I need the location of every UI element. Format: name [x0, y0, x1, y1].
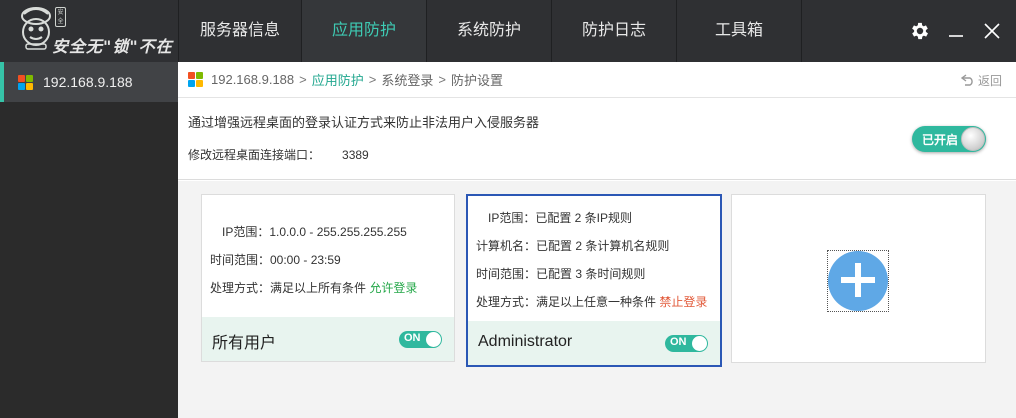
- settings-button[interactable]: [902, 13, 938, 49]
- rules-area: IP范围：1.0.0.0 - 255.255.255.255 时间范围：00:0…: [178, 181, 1016, 418]
- plus-icon: [855, 263, 861, 297]
- rule-action-prefix: 处理方式：满足以上任意一种条件: [476, 295, 657, 309]
- title-bar: 安全 安全无"锁"不在 服务器信息 应用防护 系统防护 防护日志 工具箱: [0, 0, 1016, 62]
- protection-info: 通过增强远程桌面的登录认证方式来防止非法用户入侵服务器 修改远程桌面连接端口： 3…: [178, 98, 1016, 180]
- rule-toggle-label: ON: [670, 336, 687, 348]
- tab-system-protection[interactable]: 系统防护: [427, 0, 552, 62]
- back-arrow-icon: [960, 74, 973, 86]
- main-nav: 服务器信息 应用防护 系统防护 防护日志 工具箱: [178, 0, 802, 62]
- minimize-icon: [949, 35, 963, 37]
- breadcrumb-server[interactable]: 192.168.9.188: [211, 72, 294, 87]
- rule-time-range: 时间范围：00:00 - 23:59: [210, 253, 341, 267]
- protection-enabled-toggle[interactable]: 已开启: [912, 126, 986, 152]
- gear-icon: [912, 22, 928, 40]
- rule-card-footer: 所有用户 ON: [202, 317, 454, 361]
- close-button[interactable]: [974, 13, 1010, 49]
- close-icon: [984, 23, 1000, 39]
- toggle-knob: [426, 332, 441, 347]
- toggle-knob: [961, 127, 985, 151]
- mascot-icon: [21, 7, 51, 50]
- add-rule-card[interactable]: [731, 194, 986, 363]
- rule-action-deny: 禁止登录: [659, 295, 708, 309]
- rule-computer-name: 计算机名：已配置 2 条计算机名规则: [476, 239, 670, 253]
- windows-icon: [188, 72, 203, 87]
- back-button[interactable]: 返回: [960, 62, 1002, 98]
- minimize-button[interactable]: [938, 13, 974, 49]
- tab-server-info[interactable]: 服务器信息: [178, 0, 302, 62]
- tab-app-protection[interactable]: 应用防护: [302, 0, 427, 62]
- rule-action: 处理方式：满足以上任意一种条件 禁止登录: [476, 293, 707, 310]
- rule-action: 处理方式：满足以上所有条件 允许登录: [210, 279, 417, 296]
- rule-card-footer: Administrator ON: [468, 321, 720, 365]
- tab-toolbox[interactable]: 工具箱: [677, 0, 802, 62]
- rule-toggle[interactable]: ON: [399, 331, 442, 348]
- main-panel: 192.168.9.188 > 应用防护 > 系统登录 > 防护设置 返回 通过…: [178, 62, 1016, 418]
- rule-ip-range: IP范围：1.0.0.0 - 255.255.255.255: [222, 225, 407, 239]
- rule-user-name: Administrator: [478, 333, 573, 350]
- port-value[interactable]: 3389: [342, 148, 369, 162]
- breadcrumb-separator: >: [438, 72, 446, 87]
- windows-icon: [18, 74, 33, 90]
- port-label: 修改远程桌面连接端口：: [188, 148, 321, 162]
- rule-action-prefix: 处理方式：满足以上所有条件: [210, 281, 367, 295]
- rule-card-all-users[interactable]: IP范围：1.0.0.0 - 255.255.255.255 时间范围：00:0…: [201, 194, 455, 362]
- rule-card-administrator[interactable]: IP范围：已配置 2 条IP规则 计算机名：已配置 2 条计算机名规则 时间范围…: [466, 194, 722, 367]
- protection-status-label: 已开启: [922, 133, 959, 147]
- breadcrumb-protection-settings: 防护设置: [450, 73, 503, 88]
- server-ip: 192.168.9.188: [43, 74, 133, 90]
- breadcrumb-separator: >: [299, 72, 307, 87]
- rule-toggle-label: ON: [404, 332, 421, 344]
- rule-action-allow: 允许登录: [369, 281, 418, 295]
- window-controls: [902, 0, 1016, 62]
- breadcrumb-system-login[interactable]: 系统登录: [381, 70, 433, 89]
- tab-protection-log[interactable]: 防护日志: [552, 0, 677, 62]
- rule-ip-range: IP范围：已配置 2 条IP规则: [488, 211, 633, 225]
- breadcrumb-separator: >: [368, 72, 377, 87]
- logo-seal: 安全: [55, 7, 66, 27]
- breadcrumb-app-protection[interactable]: 应用防护: [312, 70, 364, 89]
- rule-time-range: 时间范围：已配置 3 条时间规则: [476, 267, 646, 281]
- server-item[interactable]: 192.168.9.188: [0, 62, 178, 102]
- server-item-accent: [0, 62, 4, 102]
- back-label: 返回: [977, 73, 1002, 88]
- app-logo: 安全 安全无"锁"不在: [0, 0, 178, 62]
- breadcrumb: 192.168.9.188 > 应用防护 > 系统登录 > 防护设置 返回: [178, 62, 1016, 98]
- server-sidebar: 192.168.9.188: [0, 62, 178, 418]
- toggle-knob: [692, 336, 707, 351]
- app-slogan: 安全无"锁"不在: [52, 37, 173, 56]
- rule-toggle[interactable]: ON: [665, 335, 708, 352]
- port-row: 修改远程桌面连接端口： 3389: [188, 146, 369, 163]
- protection-description: 通过增强远程桌面的登录认证方式来防止非法用户入侵服务器: [188, 115, 540, 130]
- rule-user-name: 所有用户: [212, 335, 277, 352]
